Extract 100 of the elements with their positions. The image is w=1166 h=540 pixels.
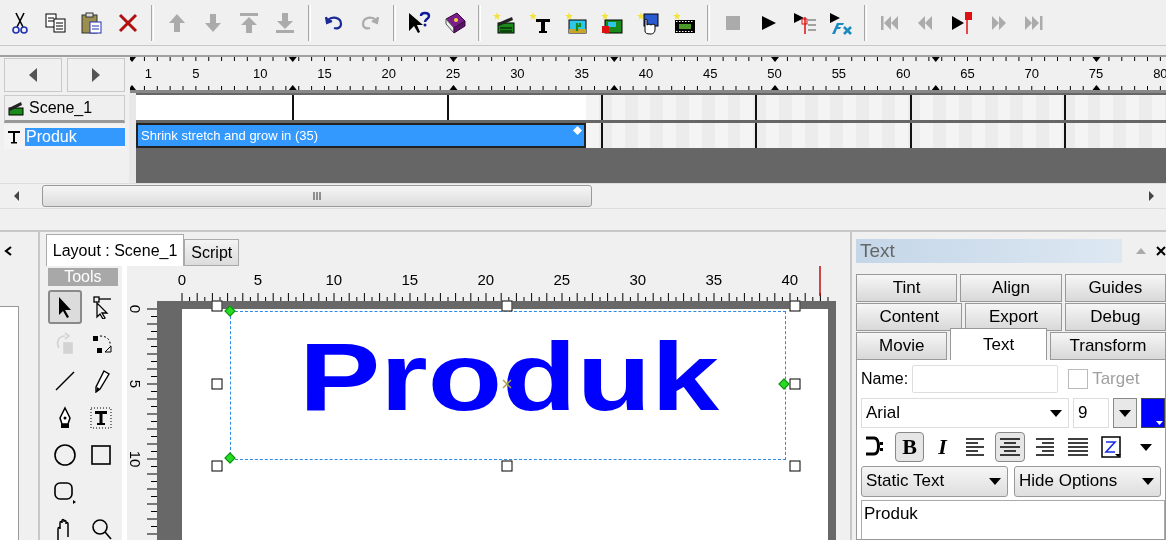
paste-icon[interactable] xyxy=(80,10,104,35)
ruler-number: 35 xyxy=(705,271,723,288)
frame-number: 15 xyxy=(317,66,332,81)
image-icon[interactable] xyxy=(564,10,588,35)
marker-triangle-icon[interactable] xyxy=(449,85,458,90)
marker-triangle-icon[interactable] xyxy=(1092,85,1101,90)
text-effects-icon xyxy=(1100,435,1124,459)
size-dropdown-button[interactable] xyxy=(1113,398,1137,428)
hand-pointer-icon[interactable] xyxy=(636,10,660,35)
marker-triangle-icon[interactable] xyxy=(931,57,940,62)
marker-triangle-icon[interactable] xyxy=(130,57,136,62)
panel-tab[interactable]: Movie xyxy=(856,332,948,360)
frame-number: 20 xyxy=(381,66,396,81)
copy-icon[interactable] xyxy=(44,10,68,35)
frame-number: 35 xyxy=(574,66,589,81)
play-flag-icon[interactable] xyxy=(793,10,817,35)
dropdown-arrow-icon xyxy=(989,477,1001,485)
resize-handle[interactable] xyxy=(211,378,223,390)
stage[interactable] xyxy=(181,309,828,540)
ruler-number: 30 xyxy=(629,271,647,288)
panel-tab[interactable]: Align xyxy=(960,274,1062,302)
scroll-left-button[interactable] xyxy=(4,58,62,92)
size-field[interactable]: 9 xyxy=(1073,398,1109,428)
ruler-number: 5 xyxy=(253,271,262,288)
close-icon[interactable] xyxy=(1156,246,1166,256)
frame-number: 30 xyxy=(510,66,525,81)
ruler-number: 0 xyxy=(177,271,186,288)
marker-triangle-icon[interactable] xyxy=(288,57,297,62)
help-pointer-icon[interactable] xyxy=(407,10,431,35)
italic-button[interactable]: I xyxy=(928,432,957,462)
clip-label: Shrink stretch and grow in (35) xyxy=(141,128,319,143)
name-label: Name: xyxy=(861,370,909,388)
frame-number: 25 xyxy=(445,66,461,81)
dropdown-arrow-icon xyxy=(1139,443,1152,451)
resize-handle[interactable] xyxy=(789,378,801,390)
panel-tab[interactable]: Content xyxy=(856,303,963,331)
anchor-point[interactable] xyxy=(224,452,236,464)
ruler-number: 15 xyxy=(401,271,419,288)
anchor-point[interactable] xyxy=(224,305,236,317)
bold-button[interactable]: B xyxy=(895,432,924,462)
marker-triangle-icon[interactable] xyxy=(130,85,136,90)
color-swatch[interactable] xyxy=(1141,398,1165,428)
tools-header: Tools xyxy=(47,268,118,286)
text-type-dropdown[interactable]: Static Text xyxy=(861,465,1008,497)
font-select[interactable]: Arial xyxy=(861,398,1069,428)
book-icon[interactable] xyxy=(443,10,467,35)
resize-handle[interactable] xyxy=(501,460,513,472)
film-strip-icon[interactable] xyxy=(672,10,696,35)
add-text-icon[interactable] xyxy=(528,10,552,35)
marker-triangle-icon[interactable] xyxy=(771,57,779,62)
resize-handle[interactable] xyxy=(501,300,513,312)
scrollbar-thumb[interactable] xyxy=(42,185,592,207)
scroll-left-icon[interactable] xyxy=(12,190,22,202)
resize-handle[interactable] xyxy=(211,300,223,312)
clapper-icon[interactable] xyxy=(492,10,516,35)
marker-triangle-icon[interactable] xyxy=(449,57,458,62)
panel-tab[interactable]: Transform xyxy=(1049,332,1166,360)
editor-tab[interactable]: Layout : Scene_1 xyxy=(45,234,185,266)
scroll-right-button[interactable] xyxy=(67,58,125,92)
marker-triangle-icon[interactable] xyxy=(771,85,779,90)
frame-number: 50 xyxy=(767,66,782,81)
marker-triangle-icon[interactable] xyxy=(931,85,940,90)
center-point-icon[interactable] xyxy=(501,379,512,389)
marker-triangle-icon[interactable] xyxy=(610,57,619,62)
image-button-icon[interactable] xyxy=(600,10,624,35)
panel-tab[interactable]: Guides xyxy=(1064,274,1166,302)
resize-handle[interactable] xyxy=(211,460,223,472)
text-content-field[interactable]: Produk xyxy=(861,500,1165,539)
marker-triangle-icon[interactable] xyxy=(1092,57,1101,62)
dropdown-arrow-icon xyxy=(1142,477,1154,485)
resize-handle[interactable] xyxy=(789,460,801,472)
align-center-icon xyxy=(998,435,1022,459)
marker-triangle-icon[interactable] xyxy=(610,85,619,90)
panel-tab[interactable]: Debug xyxy=(1064,303,1166,331)
keyframe-icon xyxy=(573,126,583,135)
frame-number: 65 xyxy=(960,66,975,81)
position-marker[interactable] xyxy=(819,266,821,297)
resize-handle[interactable] xyxy=(789,300,801,312)
options-dropdown[interactable]: Hide Options xyxy=(1014,465,1161,497)
editor-tab[interactable]: Script xyxy=(184,239,240,266)
anchor-point[interactable] xyxy=(778,378,790,390)
text-layer-icon xyxy=(7,129,21,145)
ruler-number: 25 xyxy=(553,271,571,288)
panel-tab[interactable]: Export xyxy=(965,303,1062,331)
panel-tab[interactable]: Text xyxy=(950,328,1047,360)
name-input[interactable] xyxy=(912,365,1059,393)
panel-title: Text xyxy=(860,240,895,262)
ruler-number: 20 xyxy=(477,271,495,288)
play-effect-icon[interactable] xyxy=(829,10,853,35)
grip-icon xyxy=(312,191,322,201)
frame-number: 1 xyxy=(144,66,153,81)
panel-tab[interactable]: Tint xyxy=(856,274,958,302)
marker-triangle-icon[interactable] xyxy=(288,85,297,90)
frame-track[interactable] xyxy=(136,95,1166,120)
play-marker-icon[interactable] xyxy=(950,10,974,35)
format-button[interactable] xyxy=(995,432,1025,462)
scroll-right-icon[interactable] xyxy=(1146,190,1156,202)
frame-number: 40 xyxy=(638,66,654,81)
dropdown-arrow-icon xyxy=(1119,409,1131,417)
ruler-number: 10 xyxy=(126,450,144,468)
